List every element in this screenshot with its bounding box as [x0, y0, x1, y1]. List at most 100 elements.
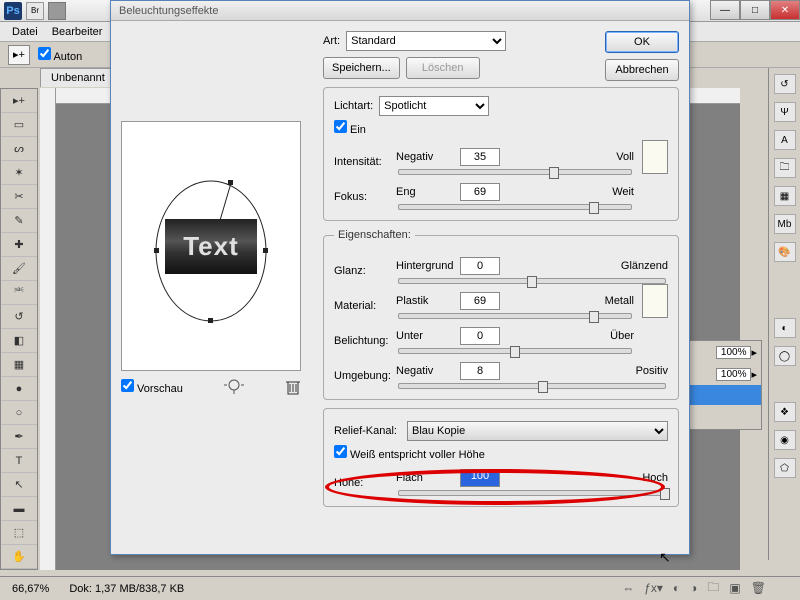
color-panel-icon[interactable]: 🎨	[774, 242, 796, 262]
save-button[interactable]: Speichern...	[323, 57, 400, 79]
dodge-tool-icon[interactable]: ○	[1, 401, 37, 425]
marquee-tool-icon[interactable]: ▭	[1, 113, 37, 137]
white-high-checkbox[interactable]: Weiß entspricht voller Höhe	[334, 445, 485, 461]
brush-tool-icon[interactable]: 🖌	[1, 257, 37, 281]
ruler-vertical	[40, 88, 56, 570]
exposure-value[interactable]	[460, 327, 500, 345]
shape-tool-icon[interactable]: ▬	[1, 497, 37, 521]
ambience-value[interactable]	[460, 362, 500, 380]
char-panel-icon[interactable]: A	[774, 130, 796, 150]
light-color-swatch[interactable]	[642, 140, 668, 174]
hand-tool-icon[interactable]: ✋	[1, 545, 37, 569]
zoom-level[interactable]: 66,67%	[12, 583, 49, 595]
lightbulb-icon[interactable]	[224, 377, 244, 397]
history-panel-icon[interactable]: ↺	[774, 74, 796, 94]
layer-panel-footer: ⇔ ƒx▾ ◐ ◑ 🗀 ▣ 🗑	[622, 576, 766, 600]
path-tool-icon[interactable]: ↖	[1, 473, 37, 497]
type-tool-icon[interactable]: T	[1, 449, 37, 473]
material-value[interactable]	[460, 292, 500, 310]
swatch-panel-icon[interactable]: ▦	[774, 186, 796, 206]
properties-legend: Eigenschaften:	[334, 229, 415, 241]
cancel-button[interactable]: Abbrechen	[605, 59, 679, 81]
stamp-tool-icon[interactable]: ⎃	[1, 281, 37, 305]
focus-right: Weit	[612, 186, 634, 198]
new-icon[interactable]: ▣	[729, 581, 740, 595]
opacity-value[interactable]: 100%	[716, 346, 752, 359]
tool-preset-picker[interactable]: ▸+	[8, 45, 30, 65]
height-slider[interactable]	[398, 490, 666, 496]
art-label: Art:	[323, 35, 340, 47]
auto-checkbox[interactable]: Auton	[38, 47, 82, 63]
ambience-color-swatch[interactable]	[642, 284, 668, 318]
eyedropper-tool-icon[interactable]: ✎	[1, 209, 37, 233]
adjust-icon[interactable]: ◑	[690, 581, 697, 595]
channels-panel-icon[interactable]: ◉	[774, 430, 796, 450]
preview-canvas[interactable]: Text	[121, 121, 301, 371]
texture-group: Relief-Kanal: Blau Kopie Weiß entspricht…	[323, 408, 679, 507]
focus-slider[interactable]	[398, 204, 632, 210]
preview-checkbox[interactable]: Vorschau	[121, 379, 183, 395]
lighting-effects-dialog: Beleuchtungseffekte Text Vorschau	[110, 0, 690, 555]
blur-tool-icon[interactable]: ●	[1, 377, 37, 401]
minimize-button[interactable]: —	[710, 0, 740, 20]
material-left: Plastik	[396, 295, 456, 307]
history-brush-icon[interactable]: ↺	[1, 305, 37, 329]
mask-icon[interactable]: ◐	[673, 581, 680, 595]
document-tab[interactable]: Unbenannt	[40, 68, 116, 87]
intensity-right: Voll	[616, 151, 634, 163]
paths-panel-icon[interactable]: ⬠	[774, 458, 796, 478]
menu-edit[interactable]: Bearbeiter	[52, 26, 103, 38]
intensity-slider[interactable]	[398, 169, 632, 175]
layers-panel-icon[interactable]: ❖	[774, 402, 796, 422]
eraser-tool-icon[interactable]: ◧	[1, 329, 37, 353]
3d-tool-icon[interactable]: ⬚	[1, 521, 37, 545]
delete-button: Löschen	[406, 57, 480, 79]
style-select[interactable]: Standard	[346, 31, 506, 51]
adjust-panel-icon[interactable]: ◐	[774, 318, 796, 338]
photoshop-icon: Ps	[4, 2, 22, 20]
height-left: Flach	[396, 472, 456, 484]
minibridge-icon[interactable]	[48, 2, 66, 20]
material-right: Metall	[605, 295, 634, 307]
gloss-value[interactable]	[460, 257, 500, 275]
mb-panel-icon[interactable]: Mb	[774, 214, 796, 234]
wand-tool-icon[interactable]: ✶	[1, 161, 37, 185]
folder-panel-icon[interactable]: 🗀	[774, 158, 796, 178]
mask-panel-icon[interactable]: ◯	[774, 346, 796, 366]
gloss-left: Hintergrund	[396, 260, 456, 272]
trash-icon[interactable]: 🗑	[751, 581, 766, 595]
height-label: Höhe:	[334, 477, 392, 489]
texture-channel-select[interactable]: Blau Kopie	[407, 421, 668, 441]
focus-value[interactable]	[460, 183, 500, 201]
gloss-slider[interactable]	[398, 278, 666, 284]
intensity-value[interactable]	[460, 148, 500, 166]
doc-size: Dok: 1,37 MB/838,7 KB	[69, 583, 184, 595]
gradient-tool-icon[interactable]: ▦	[1, 353, 37, 377]
fill-value[interactable]: 100%	[716, 368, 752, 381]
lighttype-select[interactable]: Spotlicht	[379, 96, 489, 116]
fx-icon[interactable]: ƒx▾	[644, 581, 663, 595]
trash-icon[interactable]	[285, 378, 301, 396]
lasso-tool-icon[interactable]: ᔕ	[1, 137, 37, 161]
light-type-group: Lichtart: Spotlicht Ein Intensität: Nega…	[323, 87, 679, 221]
intensity-left: Negativ	[396, 151, 456, 163]
material-slider[interactable]	[398, 313, 632, 319]
bridge-icon[interactable]: Br	[26, 2, 44, 20]
ambience-slider[interactable]	[398, 383, 666, 389]
maximize-button[interactable]: □	[740, 0, 770, 20]
height-value[interactable]: 100	[460, 469, 500, 487]
gloss-right: Glänzend	[621, 260, 668, 272]
heal-tool-icon[interactable]: ✚	[1, 233, 37, 257]
usb-panel-icon[interactable]: Ψ	[774, 102, 796, 122]
move-tool-icon[interactable]: ▸+	[1, 89, 37, 113]
folder-icon[interactable]: 🗀	[707, 578, 719, 599]
menu-file[interactable]: Datei	[12, 26, 38, 38]
pen-tool-icon[interactable]: ✒	[1, 425, 37, 449]
exposure-slider[interactable]	[398, 348, 632, 354]
ok-button[interactable]: OK	[605, 31, 679, 53]
crop-tool-icon[interactable]: ✂	[1, 185, 37, 209]
texture-label: Relief-Kanal:	[334, 425, 397, 437]
light-on-checkbox[interactable]: Ein	[334, 120, 366, 136]
link-icon[interactable]: ⇔	[622, 581, 634, 595]
close-button[interactable]: ✕	[770, 0, 800, 20]
